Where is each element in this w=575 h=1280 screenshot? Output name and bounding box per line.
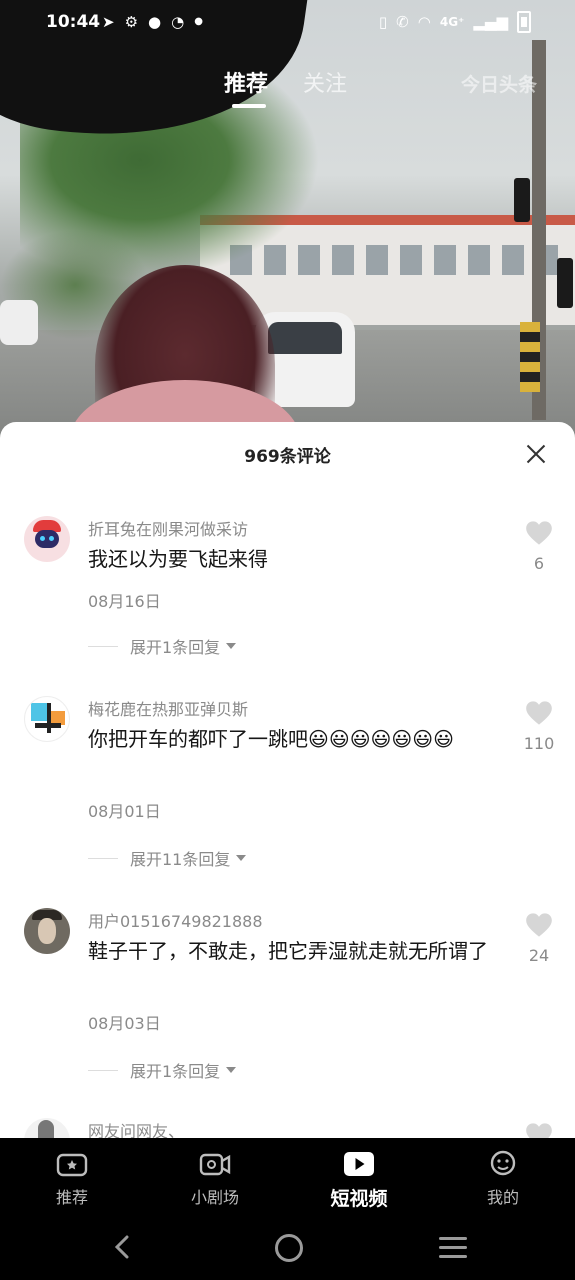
- tab-active-indicator: [232, 104, 266, 108]
- tab-recommend[interactable]: 推荐: [224, 66, 268, 98]
- avatar-shape: [35, 723, 61, 728]
- divider: [88, 1069, 118, 1071]
- home-recommend-icon: [56, 1153, 88, 1177]
- wifi-call-icon: ✆: [396, 13, 409, 31]
- avatar-figure: [38, 1120, 54, 1138]
- status-bar: 10:44 ➤ ⚙ ● ◔ ● ▯ ✆ ◠ 4G⁺ ▂▄▆: [0, 0, 575, 46]
- heart-icon: [526, 913, 552, 937]
- dot-icon: ●: [194, 16, 203, 27]
- avatar[interactable]: [24, 1118, 70, 1138]
- like-button[interactable]: 24: [512, 912, 566, 965]
- status-icons-left: ➤ ⚙ ● ◔ ●: [102, 11, 203, 33]
- comment-text: 你把开车的都吓了一跳吧😃😃😃😃😃😃😃: [88, 727, 454, 751]
- heart-icon: [526, 1123, 552, 1138]
- nav-item-mine[interactable]: 我的: [458, 1150, 548, 1208]
- brand-watermark: 今日头条: [461, 74, 538, 96]
- comment-text: 鞋子干了，不敢走，把它弄湿就走就无所谓了: [88, 939, 488, 963]
- divider: [88, 645, 118, 647]
- comment-item[interactable]: 用户01516749821888 鞋子干了，不敢走，把它弄湿就走就无所谓了 08…: [0, 908, 575, 1098]
- heart-icon: [526, 701, 552, 725]
- send-icon: ➤: [102, 13, 115, 31]
- avatar-robot-face: [35, 530, 59, 548]
- status-icons-right: ▯ ✆ ◠ 4G⁺ ▂▄▆: [379, 11, 531, 33]
- avatar-eye: [49, 536, 54, 541]
- play-icon: [344, 1152, 374, 1176]
- comment-date: 08月16日: [88, 592, 161, 611]
- bg-car-left: [0, 300, 38, 345]
- caret-down-icon: [226, 643, 237, 649]
- video-camera-icon: [199, 1153, 231, 1176]
- nav-item-theater[interactable]: 小剧场: [170, 1150, 260, 1208]
- bg-traffic-light-2: [557, 258, 573, 308]
- nav-label: 小剧场: [190, 1188, 239, 1207]
- bg-car-windshield: [268, 322, 342, 354]
- signal-icon: ▂▄▆: [473, 13, 508, 31]
- bg-bollard: [520, 322, 540, 392]
- video-background[interactable]: [0, 0, 575, 460]
- comment-item[interactable]: 折耳兔在刚果河做采访 我还以为要飞起来得 08月16日 展开1条回复 6: [0, 516, 575, 676]
- comment-username[interactable]: 用户01516749821888: [88, 908, 263, 932]
- location-icon: ●: [148, 13, 162, 31]
- nav-item-recommend[interactable]: 推荐: [27, 1150, 117, 1208]
- gear-icon: ⚙: [124, 13, 139, 31]
- avatar-shape: [47, 703, 51, 733]
- nav-label: 我的: [486, 1188, 519, 1207]
- bottom-nav: 推荐 小剧场 短视频 我的: [0, 1138, 575, 1218]
- expand-replies-label: 展开1条回复: [130, 1062, 221, 1081]
- caret-down-icon: [236, 855, 247, 861]
- expand-replies-label: 展开1条回复: [130, 638, 221, 657]
- comment-item[interactable]: 网友问网友、: [0, 1118, 575, 1138]
- menu-icon[interactable]: [439, 1237, 467, 1259]
- avatar[interactable]: [24, 516, 70, 562]
- nav-label: 短视频: [330, 1188, 388, 1210]
- expand-replies-label: 展开11条回复: [130, 850, 231, 869]
- speed-icon: ◔: [171, 13, 185, 31]
- vibrate-icon: ▯: [378, 13, 388, 31]
- heart-icon: [526, 521, 552, 545]
- network-label: 4G⁺: [439, 15, 465, 29]
- expand-replies-button[interactable]: 展开1条回复: [88, 634, 237, 658]
- like-button[interactable]: 6: [512, 520, 566, 573]
- avatar[interactable]: [24, 696, 70, 742]
- system-nav-bar: [0, 1218, 575, 1280]
- back-icon[interactable]: [108, 1232, 138, 1262]
- comment-date: 08月03日: [88, 1014, 161, 1033]
- comment-item[interactable]: 梅花鹿在热那亚弹贝斯 你把开车的都吓了一跳吧😃😃😃😃😃😃😃 08月01日 展开1…: [0, 696, 575, 886]
- bg-traffic-light: [514, 178, 530, 222]
- battery-icon: [517, 11, 531, 33]
- tab-follow[interactable]: 关注: [303, 66, 347, 98]
- nav-item-short-video[interactable]: 短视频: [314, 1150, 404, 1211]
- comment-text: 我还以为要飞起来得: [88, 547, 268, 571]
- comment-username[interactable]: 折耳兔在刚果河做采访: [88, 516, 248, 540]
- comments-title: 969条评论: [244, 447, 331, 467]
- like-count: 24: [528, 946, 550, 965]
- home-circle-icon[interactable]: [275, 1234, 303, 1262]
- like-count: 110: [523, 734, 555, 753]
- like-count: 6: [533, 554, 545, 573]
- caret-down-icon: [226, 1067, 237, 1073]
- like-button[interactable]: 110: [512, 700, 566, 753]
- wifi-icon: ◠: [417, 13, 431, 31]
- like-button[interactable]: [512, 1122, 566, 1138]
- comment-date: 08月01日: [88, 802, 161, 821]
- avatar-face: [38, 918, 56, 944]
- expand-replies-button[interactable]: 展开1条回复: [88, 1058, 237, 1082]
- comment-username[interactable]: 网友问网友、: [88, 1118, 184, 1138]
- expand-replies-button[interactable]: 展开11条回复: [88, 846, 247, 870]
- avatar-eye: [40, 536, 45, 541]
- close-icon[interactable]: [522, 440, 550, 468]
- profile-icon: [490, 1150, 516, 1176]
- divider: [88, 857, 118, 859]
- avatar[interactable]: [24, 908, 70, 954]
- status-time: 10:44: [46, 12, 101, 32]
- comments-sheet: 969条评论 折耳兔在刚果河做采访 我还以为要飞起来得 08月16日 展开1条回…: [0, 422, 575, 1138]
- comment-username[interactable]: 梅花鹿在热那亚弹贝斯: [88, 696, 248, 720]
- nav-label: 推荐: [55, 1188, 88, 1207]
